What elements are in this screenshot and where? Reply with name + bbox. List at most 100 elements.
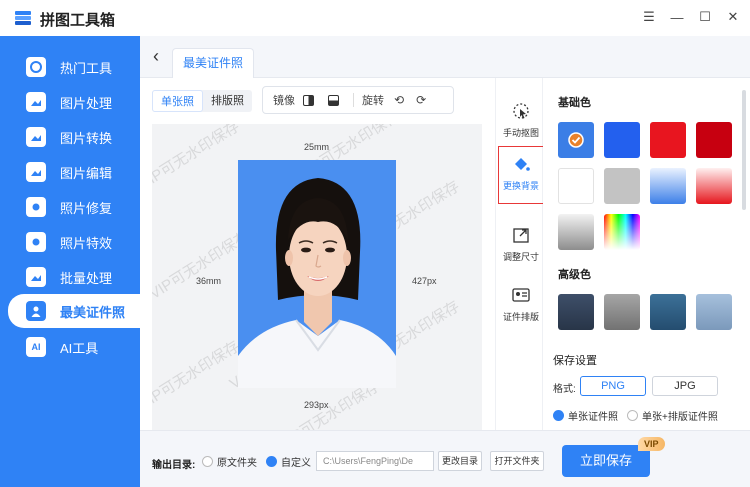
- option-both-radio[interactable]: 单张+排版证件照: [627, 408, 718, 423]
- dimension-right: 427px: [412, 276, 437, 286]
- toolbar-divider: [353, 93, 354, 107]
- color-swatch-blue-selected[interactable]: [558, 122, 594, 158]
- output-dir-label: 输出目录:: [152, 460, 196, 471]
- sidebar-item-label: 图片编辑: [60, 165, 113, 181]
- tab-id-photo[interactable]: 最美证件照: [172, 48, 254, 78]
- id-card-icon: [512, 288, 530, 302]
- dimension-top: 25mm: [304, 142, 330, 152]
- sidebar-item-hot-tools[interactable]: 热门工具: [8, 52, 140, 82]
- sidebar-item-label: 照片特效: [60, 235, 113, 251]
- photo-canvas: VIP可无水印保存 VIP可无水印保存 VIP可无水印保存 VIP可无水印保存 …: [152, 124, 482, 430]
- color-swatch-dark-red[interactable]: [696, 122, 732, 158]
- vip-badge: VIP: [638, 437, 665, 451]
- color-swatch-steel-blue[interactable]: [650, 294, 686, 330]
- mode-switch: 单张照 排版照: [152, 90, 252, 112]
- sidebar-item-image-edit[interactable]: 图片编辑: [8, 157, 140, 187]
- color-swatch-gray-gradient[interactable]: [558, 214, 594, 250]
- mirror-horizontal-icon[interactable]: [295, 94, 314, 106]
- color-swatch-red[interactable]: [650, 122, 686, 158]
- tab-bar: ‹ 最美证件照: [140, 36, 750, 78]
- transform-toolbar: 镜像 旋转 ⟲ ⟳: [262, 86, 454, 114]
- color-swatch-slate-gray[interactable]: [604, 294, 640, 330]
- output-bar: 输出目录: 原文件夹 自定义 更改目录 打开文件夹 立即保存 VIP: [140, 430, 750, 487]
- sidebar-item-label: 批量处理: [60, 270, 113, 286]
- color-swatch-gray[interactable]: [604, 168, 640, 204]
- mode-layout-button[interactable]: 排版照: [203, 90, 252, 112]
- color-swatch-white[interactable]: [558, 168, 594, 204]
- resize-icon: [513, 228, 529, 243]
- output-path-input[interactable]: [316, 451, 434, 471]
- manual-cutout-tool[interactable]: 手动抠图: [498, 94, 544, 152]
- source-folder-radio[interactable]: 原文件夹: [202, 454, 257, 469]
- sidebar-item-photo-repair[interactable]: 照片修复: [8, 192, 140, 222]
- sidebar: 热门工具 图片处理 图片转换 图片编辑 照片修复 照片特效 批量处理 最美证件照…: [0, 36, 140, 487]
- sidebar-item-batch[interactable]: 批量处理: [8, 262, 140, 292]
- sidebar-item-image-convert[interactable]: 图片转换: [8, 122, 140, 152]
- tool-strip: 手动抠图 更换背景 调整尺寸 证件排版: [495, 78, 544, 430]
- color-swatch-custom-rainbow[interactable]: [604, 214, 640, 250]
- sidebar-item-photo-effect[interactable]: 照片特效: [8, 227, 140, 257]
- option-label: 单张+排版证件照: [642, 412, 718, 423]
- panel-scrollbar[interactable]: [742, 90, 746, 210]
- sidebar-item-label: 图片转换: [60, 130, 113, 146]
- dimension-bottom: 293px: [304, 400, 329, 410]
- batch-icon: [26, 267, 46, 287]
- change-background-tool[interactable]: 更换背景: [498, 146, 544, 204]
- background-color-panel: 基础色 高级色 保存设置 格式: PNG JPG 单张证件照 单张+排版证件照: [543, 78, 750, 430]
- tool-label: 手动抠图: [502, 128, 539, 138]
- watermark: VIP可无水印保存: [152, 124, 243, 193]
- portrait-image: [238, 178, 396, 388]
- option-label: 单张证件照: [568, 412, 618, 423]
- basic-colors-title: 基础色: [558, 97, 591, 109]
- ai-icon: AI: [26, 337, 46, 357]
- maximize-icon[interactable]: ☐: [696, 8, 714, 26]
- app-title: 拼图工具箱: [40, 12, 116, 29]
- photo-repair-icon: [26, 197, 46, 217]
- image-process-icon: [26, 92, 46, 112]
- color-swatch-blue-gradient[interactable]: [650, 168, 686, 204]
- sidebar-item-image-process[interactable]: 图片处理: [8, 87, 140, 117]
- hot-tools-icon: [26, 57, 46, 77]
- mode-single-button[interactable]: 单张照: [152, 90, 203, 112]
- sidebar-item-ai[interactable]: AI AI工具: [8, 332, 140, 362]
- back-arrow-icon[interactable]: ‹: [146, 46, 166, 68]
- format-png-button[interactable]: PNG: [580, 376, 646, 396]
- option-single-radio[interactable]: 单张证件照: [553, 408, 618, 423]
- tool-label: 证件排版: [502, 312, 539, 322]
- hamburger-menu-icon[interactable]: ☰: [640, 8, 658, 26]
- option-label: 自定义: [281, 458, 311, 469]
- radio-unchecked-icon: [627, 410, 638, 421]
- format-jpg-button[interactable]: JPG: [652, 376, 718, 396]
- color-swatch-red-gradient[interactable]: [696, 168, 732, 204]
- sidebar-item-id-photo[interactable]: 最美证件照: [8, 294, 140, 328]
- advanced-colors-title: 高级色: [558, 269, 591, 281]
- radio-checked-icon: [553, 410, 564, 421]
- resize-tool[interactable]: 调整尺寸: [498, 218, 544, 276]
- id-photo-preview[interactable]: [238, 160, 396, 388]
- sidebar-item-label: AI工具: [60, 340, 99, 356]
- save-now-button[interactable]: 立即保存: [562, 445, 650, 477]
- rotate-right-icon[interactable]: ⟳: [416, 93, 426, 107]
- color-swatch-navy[interactable]: [558, 294, 594, 330]
- color-swatch-deep-blue[interactable]: [604, 122, 640, 158]
- sidebar-item-label: 最美证件照: [60, 304, 126, 320]
- image-edit-icon: [26, 162, 46, 182]
- title-bar: 拼图工具箱 ☰ — ☐ ✕: [0, 0, 750, 36]
- paint-bucket-icon: [515, 158, 530, 171]
- mirror-label: 镜像: [273, 95, 295, 107]
- custom-folder-radio[interactable]: 自定义: [266, 454, 311, 469]
- app-logo-icon: [15, 11, 31, 25]
- color-swatch-light-steel[interactable]: [696, 294, 732, 330]
- open-folder-button[interactable]: 打开文件夹: [490, 451, 544, 471]
- save-settings-title: 保存设置: [553, 355, 597, 367]
- radio-checked-icon: [266, 456, 277, 467]
- minimize-icon[interactable]: —: [668, 8, 686, 26]
- photo-effect-icon: [26, 232, 46, 252]
- mirror-vertical-icon[interactable]: [314, 94, 339, 106]
- sidebar-item-label: 图片处理: [60, 95, 113, 111]
- rotate-left-icon[interactable]: ⟲: [394, 93, 404, 107]
- change-dir-button[interactable]: 更改目录: [438, 451, 482, 471]
- close-icon[interactable]: ✕: [724, 8, 742, 26]
- id-layout-tool[interactable]: 证件排版: [498, 278, 544, 336]
- image-convert-icon: [26, 127, 46, 147]
